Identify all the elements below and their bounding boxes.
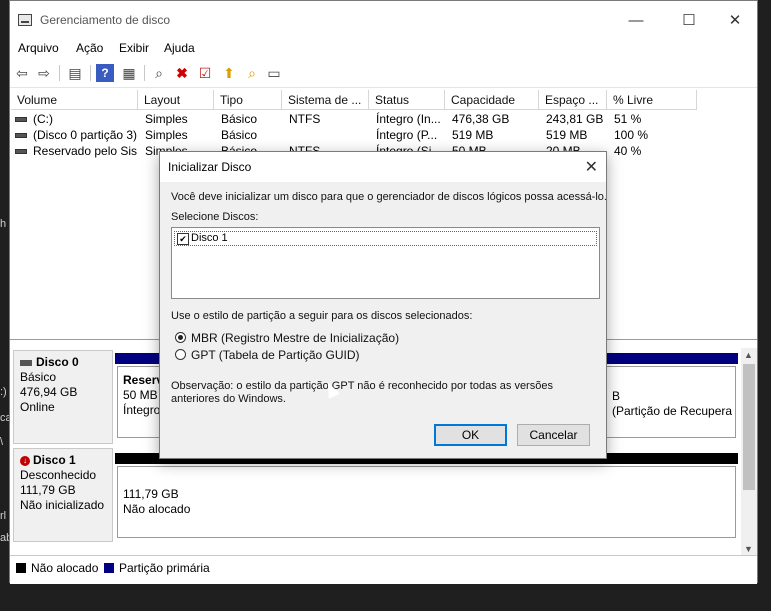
background-text: h <box>0 218 7 230</box>
background-text: :) <box>0 386 7 398</box>
list-view-icon[interactable]: ▭ <box>265 64 283 82</box>
gpt-radio[interactable] <box>175 349 186 360</box>
folder-up-icon[interactable]: ⬆ <box>220 64 238 82</box>
dialog-title: Inicializar Disco <box>168 160 252 174</box>
volume-icon <box>15 117 27 123</box>
cancel-button[interactable]: Cancelar <box>517 424 590 446</box>
console-tree-icon[interactable]: ▤ <box>66 64 84 82</box>
legend-label-unallocated: Não alocado <box>31 561 99 575</box>
unallocated-space[interactable]: 111,79 GB Não alocado <box>117 466 736 538</box>
legend-label-primary: Partição primária <box>119 561 210 575</box>
menu-bar: Arquivo Ação Exibir Ajuda <box>10 39 757 59</box>
back-arrow-icon[interactable]: ⇦ <box>13 64 31 82</box>
scrollbar-thumb[interactable] <box>743 364 755 490</box>
column-header[interactable]: Volume <box>11 90 138 110</box>
toolbar: ⇦ ⇨ ▤ ? ▦ ⌕ ✖ ☑ ⬆ ⌕ ▭ <box>10 59 757 88</box>
background-text: rl <box>0 510 7 522</box>
legend: Não alocado Partição primária <box>10 555 757 584</box>
disk-1-label[interactable]: ↓ Disco 1 Desconhecido 111,79 GB Não inic… <box>13 448 113 542</box>
maximize-button[interactable]: ☐ <box>666 7 712 35</box>
help-icon[interactable]: ? <box>96 64 114 82</box>
initialize-disk-dialog: Inicializar Disco ✕ Você deve inicializa… <box>159 151 607 459</box>
partition-style-label: Use o estilo de partição a seguir para o… <box>171 310 473 322</box>
window-title: Gerenciamento de disco <box>40 13 171 27</box>
disk-error-icon: ↓ <box>20 455 30 466</box>
disk-listbox[interactable]: ✔ Disco 1 <box>171 227 600 299</box>
column-header[interactable]: Sistema de ... <box>282 90 369 110</box>
menu-ajuda[interactable]: Ajuda <box>164 41 195 55</box>
connect-icon[interactable]: ⌕ <box>150 64 168 82</box>
partition-recovery[interactable]: B (Partição de Recupera <box>606 366 736 438</box>
scroll-down-icon[interactable]: ▼ <box>744 544 753 554</box>
dialog-message: Você deve inicializar um disco para que … <box>171 191 607 203</box>
column-header[interactable]: Tipo <box>214 90 282 110</box>
column-header[interactable]: Capacidade <box>445 90 539 110</box>
menu-acao[interactable]: Ação <box>76 41 103 55</box>
column-header[interactable]: Status <box>369 90 445 110</box>
mbr-radio[interactable] <box>175 332 186 343</box>
column-header[interactable]: Espaço ... <box>539 90 607 110</box>
menu-arquivo[interactable]: Arquivo <box>18 41 59 55</box>
search-icon[interactable]: ⌕ <box>243 64 261 82</box>
ok-button[interactable]: OK <box>434 424 507 446</box>
disk-checkbox[interactable]: ✔ <box>177 233 189 245</box>
list-item[interactable]: ✔ Disco 1 <box>174 231 597 246</box>
disk-icon <box>20 359 32 366</box>
legend-swatch-unallocated <box>16 563 26 573</box>
forward-arrow-icon[interactable]: ⇨ <box>35 64 53 82</box>
mbr-label[interactable]: MBR (Registro Mestre de Inicialização) <box>191 331 399 345</box>
disk-management-icon <box>18 14 32 26</box>
dialog-close-icon[interactable]: ✕ <box>585 157 598 177</box>
column-header[interactable]: % Livre <box>607 90 697 110</box>
dialog-title-bar: Inicializar Disco ✕ <box>160 152 606 182</box>
scroll-up-icon[interactable]: ▲ <box>744 350 753 360</box>
delete-icon[interactable]: ✖ <box>173 64 191 82</box>
volume-icon <box>15 149 27 155</box>
select-disks-label: Selecione Discos: <box>171 211 259 223</box>
gpt-label[interactable]: GPT (Tabela de Partição GUID) <box>191 348 360 362</box>
minimize-button[interactable]: — <box>613 7 659 35</box>
background-text: \ <box>0 436 4 448</box>
disk-0-label[interactable]: Disco 0 Básico 476,94 GB Online <box>13 350 113 444</box>
properties-icon[interactable]: ▦ <box>120 64 138 82</box>
close-button[interactable]: ✕ <box>712 7 758 35</box>
check-icon[interactable]: ☑ <box>196 64 214 82</box>
volume-icon <box>15 133 27 139</box>
vertical-scrollbar[interactable]: ▲ ▼ <box>741 348 757 556</box>
gpt-note: Observação: o estilo da partição GPT não… <box>171 380 553 405</box>
column-header[interactable]: Layout <box>138 90 214 110</box>
menu-exibir[interactable]: Exibir <box>119 41 149 55</box>
legend-swatch-primary <box>104 563 114 573</box>
title-bar: Gerenciamento de disco — ☐ ✕ <box>10 1 757 39</box>
